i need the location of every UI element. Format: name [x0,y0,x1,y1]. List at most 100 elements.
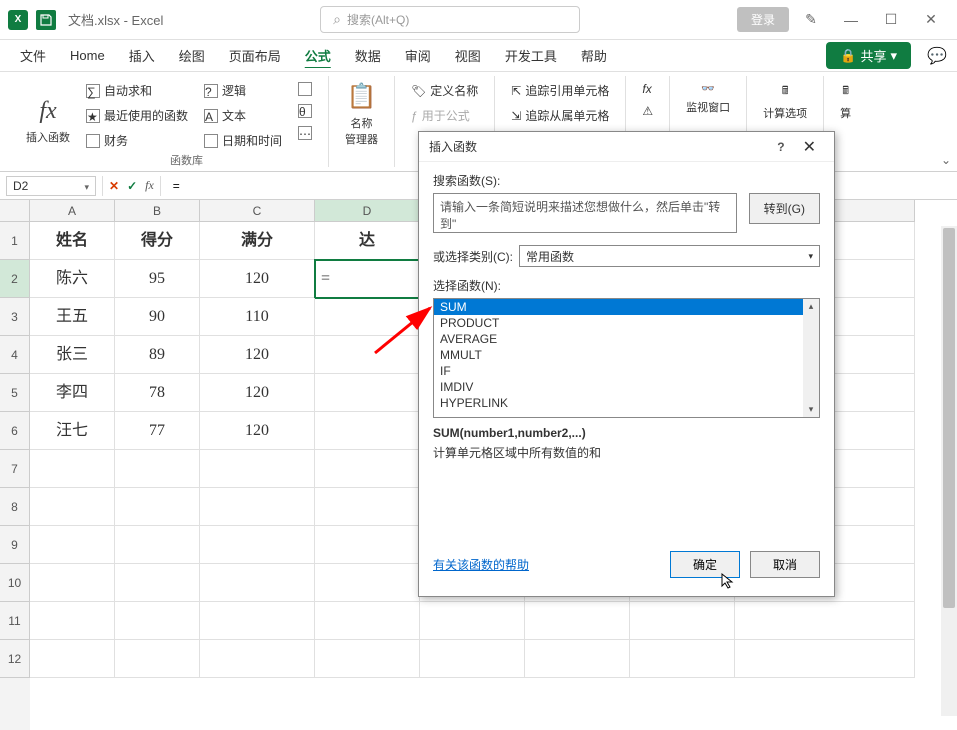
cell-C5[interactable]: 120 [200,374,315,412]
cell-D4[interactable] [315,336,420,374]
search-function-input[interactable]: 请输入一条简短说明来描述您想做什么，然后单击"转到" [433,193,737,233]
name-box[interactable]: D2 [6,176,96,196]
row-header-1[interactable]: 1 [0,222,30,260]
cell-B2[interactable]: 95 [115,260,200,298]
error-check-button[interactable]: ⚠ [640,102,655,120]
cell-A3[interactable]: 王五 [30,298,115,336]
name-manager-button[interactable]: 📋 名称 管理器 [337,78,386,151]
menu-insert[interactable]: 插入 [119,42,165,69]
row-header-3[interactable]: 3 [0,298,30,336]
menu-draw[interactable]: 绘图 [169,42,215,69]
comments-icon[interactable]: 💬 [927,46,947,66]
function-item-imdiv[interactable]: IMDIV [434,379,819,395]
cell-B4[interactable]: 89 [115,336,200,374]
show-formulas-button[interactable]: fx [640,80,655,98]
cell-B5[interactable]: 78 [115,374,200,412]
category-select[interactable]: 常用函数 [519,245,820,267]
row-header-5[interactable]: 5 [0,374,30,412]
menu-dev[interactable]: 开发工具 [495,42,567,69]
cell-D3[interactable] [315,298,420,336]
menu-file[interactable]: 文件 [10,42,56,69]
dialog-titlebar[interactable]: 插入函数 ? ✕ [419,132,834,162]
row-header-9[interactable]: 9 [0,526,30,564]
close-window-icon[interactable]: ✕ [913,4,949,36]
logical-button[interactable]: ?逻辑 [202,80,284,101]
col-header-B[interactable]: B [115,200,200,222]
menu-formula[interactable]: 公式 [295,42,341,69]
select-all-corner[interactable] [0,200,30,222]
cell-C1[interactable]: 满分 [200,222,315,260]
login-button[interactable]: 登录 [737,7,789,32]
goto-button[interactable]: 转到(G) [749,193,820,224]
cell-D6[interactable] [315,412,420,450]
cell-C4[interactable]: 120 [200,336,315,374]
cell-B3[interactable]: 90 [115,298,200,336]
more-functions-button[interactable]: ⋯ [296,124,314,142]
text-button[interactable]: A文本 [202,105,284,126]
row-header-10[interactable]: 10 [0,564,30,602]
share-button[interactable]: 🔒 共享 ▾ [826,42,911,69]
row-header-4[interactable]: 4 [0,336,30,374]
calc-now-button[interactable]: 🖩 算 [832,78,859,125]
collapse-ribbon-icon[interactable]: ⌄ [941,153,951,167]
define-name-button[interactable]: 🏷定义名称 [409,80,480,101]
row-header-12[interactable]: 12 [0,640,30,678]
function-help-link[interactable]: 有关该函数的帮助 [433,556,529,573]
vertical-scrollbar[interactable] [941,226,957,716]
scrollbar-thumb[interactable] [943,228,955,608]
trace-precedents-button[interactable]: ⇱追踪引用单元格 [509,80,611,101]
datetime-button[interactable]: 日期和时间 [202,130,284,151]
dialog-help-icon[interactable]: ? [767,140,794,154]
math-button[interactable]: θ [296,102,314,120]
function-item-mmult[interactable]: MMULT [434,347,819,363]
listbox-scrollbar[interactable]: ▴▾ [803,299,819,417]
function-item-hyperlink[interactable]: HYPERLINK [434,395,819,411]
col-header-A[interactable]: A [30,200,115,222]
cell-A2[interactable]: 陈六 [30,260,115,298]
menu-data[interactable]: 数据 [345,42,391,69]
scroll-up-icon[interactable]: ▴ [807,299,816,314]
menu-home[interactable]: Home [60,44,115,67]
minimize-icon[interactable]: ― [833,4,869,36]
insert-function-fx-icon[interactable]: fx [145,178,154,193]
trace-dependents-button[interactable]: ⇲追踪从属单元格 [509,105,611,126]
row-header-8[interactable]: 8 [0,488,30,526]
cell-D1[interactable]: 达 [315,222,420,260]
cell-C3[interactable]: 110 [200,298,315,336]
function-item-average[interactable]: AVERAGE [434,331,819,347]
cell-A6[interactable]: 汪七 [30,412,115,450]
function-item-product[interactable]: PRODUCT [434,315,819,331]
autosum-button[interactable]: ∑自动求和 [84,80,190,101]
menu-layout[interactable]: 页面布局 [219,42,291,69]
financial-button[interactable]: 财务 [84,130,190,151]
scroll-down-icon[interactable]: ▾ [807,402,816,417]
col-header-D[interactable]: D [315,200,420,222]
cell-C6[interactable]: 120 [200,412,315,450]
function-item-if[interactable]: IF [434,363,819,379]
recent-functions-button[interactable]: ★最近使用的函数 [84,105,190,126]
lookup-button[interactable] [296,80,314,98]
cancel-formula-icon[interactable]: ✕ [109,179,119,193]
cell-C2[interactable]: 120 [200,260,315,298]
cancel-button[interactable]: 取消 [750,551,820,578]
mode-switch-icon[interactable]: ✎ [793,4,829,36]
cell-A5[interactable]: 李四 [30,374,115,412]
menu-review[interactable]: 审阅 [395,42,441,69]
menu-view[interactable]: 视图 [445,42,491,69]
cell-B6[interactable]: 77 [115,412,200,450]
cell-D5[interactable] [315,374,420,412]
cell-B1[interactable]: 得分 [115,222,200,260]
row-header-2[interactable]: 2 [0,260,30,298]
cell-D2[interactable]: = [315,260,420,298]
col-header-C[interactable]: C [200,200,315,222]
insert-function-button[interactable]: fx 插入函数 [18,78,78,165]
save-icon[interactable] [36,10,56,30]
cell-A1[interactable]: 姓名 [30,222,115,260]
cell-A4[interactable]: 张三 [30,336,115,374]
function-listbox[interactable]: SUM PRODUCT AVERAGE MMULT IF IMDIV HYPER… [433,298,820,418]
row-header-7[interactable]: 7 [0,450,30,488]
accept-formula-icon[interactable]: ✓ [127,179,137,193]
dialog-close-icon[interactable]: ✕ [795,137,824,157]
row-header-11[interactable]: 11 [0,602,30,640]
calc-options-button[interactable]: 🖩 计算选项 [755,78,815,125]
